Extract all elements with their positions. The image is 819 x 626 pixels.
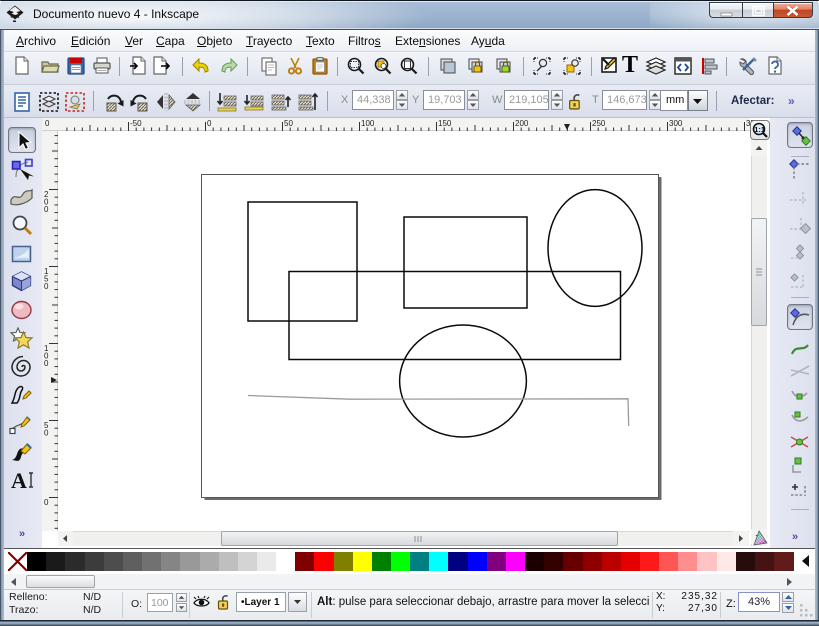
svg-text:1:1: 1:1 [754, 125, 765, 134]
svg-text:A: A [11, 468, 27, 493]
